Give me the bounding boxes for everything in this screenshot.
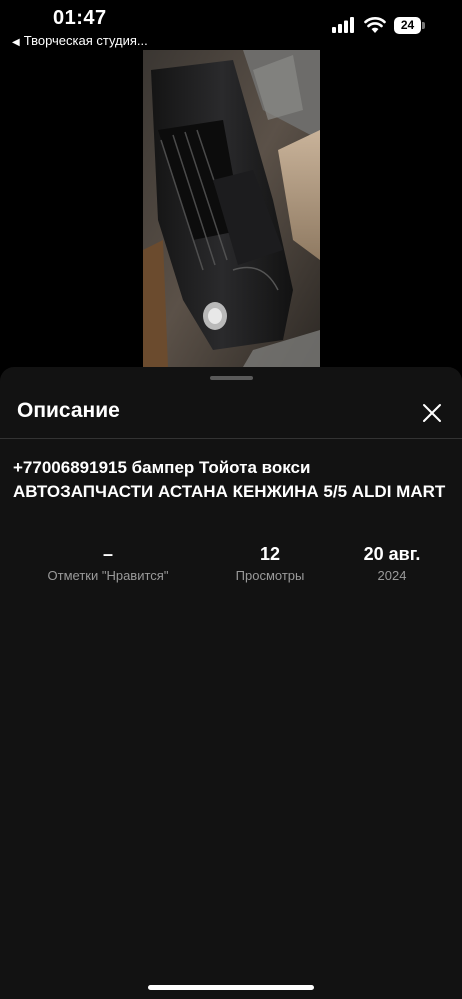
description-sheet: Описание +77006891915 бампер Тойота вокс… (0, 367, 462, 999)
status-bar: 01:47 ◀ Творческая студия... 24 (0, 0, 462, 50)
likes-value: – (102, 544, 113, 564)
home-indicator[interactable] (148, 985, 314, 990)
likes-stat: – Отметки "Нравится" (28, 543, 188, 584)
back-link-label: Творческая студия... (23, 33, 148, 48)
date-value: 20 авг. (363, 544, 421, 564)
listing-photo[interactable] (143, 50, 320, 367)
cellular-signal-icon (332, 17, 354, 33)
close-icon[interactable] (420, 401, 444, 425)
back-arrow-icon: ◀ (12, 37, 20, 48)
status-time: 01:47 (53, 7, 107, 29)
wifi-icon (364, 17, 386, 33)
views-stat: 12 Просмотры (210, 543, 330, 584)
bumper-photo-image (143, 50, 320, 367)
battery-indicator: 24 (394, 17, 426, 34)
views-value: 12 (259, 544, 281, 564)
date-stat: 20 авг. 2024 (342, 543, 442, 584)
battery-tip (422, 22, 425, 29)
back-to-app-link[interactable]: ◀ Творческая студия... (12, 33, 148, 48)
description-text: +77006891915 бампер Тойота вокси АВТОЗАП… (13, 458, 446, 501)
date-year: 2024 (377, 568, 407, 583)
battery-level: 24 (394, 17, 421, 34)
sheet-title: Описание (17, 399, 120, 422)
sheet-grabber[interactable] (210, 376, 253, 380)
divider (0, 438, 462, 439)
views-label: Просмотры (235, 568, 305, 583)
likes-label: Отметки "Нравится" (47, 568, 169, 583)
